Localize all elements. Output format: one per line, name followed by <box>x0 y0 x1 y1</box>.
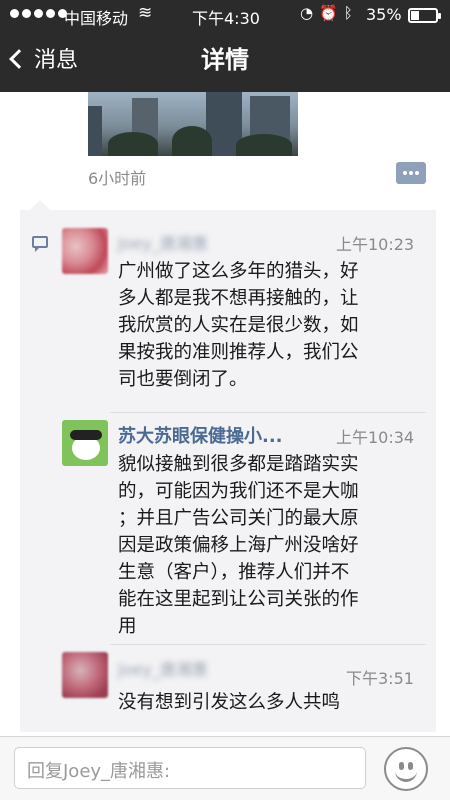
status-bar: 中国移动 ≋ 下午4:30 ◔⏰ᛒ 35% <box>0 0 450 30</box>
bluetooth-icon: ᛒ <box>343 4 359 22</box>
commenter-name[interactable]: Joey_唐湘惠 <box>118 656 238 679</box>
battery-icon <box>408 8 441 23</box>
emoji-mouth <box>395 771 417 782</box>
tree-shape <box>108 132 158 156</box>
status-icons: ◔⏰ᛒ <box>300 4 359 22</box>
reply-bar: 回复Joey_唐湘惠: <box>0 736 450 800</box>
top-bar: 中国移动 ≋ 下午4:30 ◔⏰ᛒ 35% 消息 详情 <box>0 0 450 92</box>
comment-text[interactable]: 貌似接触到很多都是踏踏实实 的，可能因为我们还不是大咖 ；并且广告公司关门的最大… <box>118 451 359 640</box>
alarm-icon: ⏰ <box>319 4 344 22</box>
emoji-icon[interactable] <box>384 747 428 791</box>
dot <box>403 171 407 175</box>
comment-time: 上午10:23 <box>336 235 415 254</box>
page-title: 详情 <box>201 46 249 74</box>
post-photo[interactable] <box>88 92 298 156</box>
battery-percent: 35% <box>366 5 402 24</box>
nav-bar: 消息 详情 <box>0 34 450 90</box>
commenter-name[interactable]: Joey_唐湘惠 <box>118 230 248 253</box>
battery-fill <box>411 11 419 20</box>
wifi-icon: ≋ <box>138 3 153 23</box>
status-time: 下午4:30 <box>192 9 260 28</box>
carrier-label: 中国移动 <box>64 9 129 28</box>
signal-strength-icon <box>10 9 67 18</box>
reply-input[interactable]: 回复Joey_唐湘惠: <box>14 747 366 789</box>
divider <box>110 412 426 413</box>
lock-rotation-icon: ◔ <box>300 4 320 22</box>
avatar[interactable] <box>62 652 108 698</box>
post-time: 6小时前 <box>88 169 147 188</box>
divider <box>110 644 426 645</box>
dot <box>415 171 419 175</box>
commenter-name[interactable]: 苏大苏眼保健操小... <box>118 422 283 448</box>
comment-text[interactable]: 没有想到引发这么多人共鸣 <box>118 689 340 716</box>
comment-text[interactable]: 广州做了这么多年的猎头，好 多人都是我不想再接触的，让 我欣赏的人实在是很少数，… <box>118 258 359 393</box>
dot <box>409 171 413 175</box>
tree-shape <box>172 126 212 156</box>
avatar[interactable] <box>62 228 108 274</box>
emoji-eye <box>399 762 404 770</box>
emoji-eye <box>408 762 413 770</box>
comment-bubble-icon <box>32 236 48 252</box>
tree-shape <box>236 134 292 156</box>
panel-notch <box>30 200 50 210</box>
avatar[interactable] <box>62 420 108 466</box>
avatar-sunglasses <box>70 430 102 440</box>
comment-time: 下午3:51 <box>346 669 414 688</box>
comment-time: 上午10:34 <box>336 428 415 447</box>
comment-button[interactable] <box>396 162 426 184</box>
building-shape <box>88 106 102 156</box>
